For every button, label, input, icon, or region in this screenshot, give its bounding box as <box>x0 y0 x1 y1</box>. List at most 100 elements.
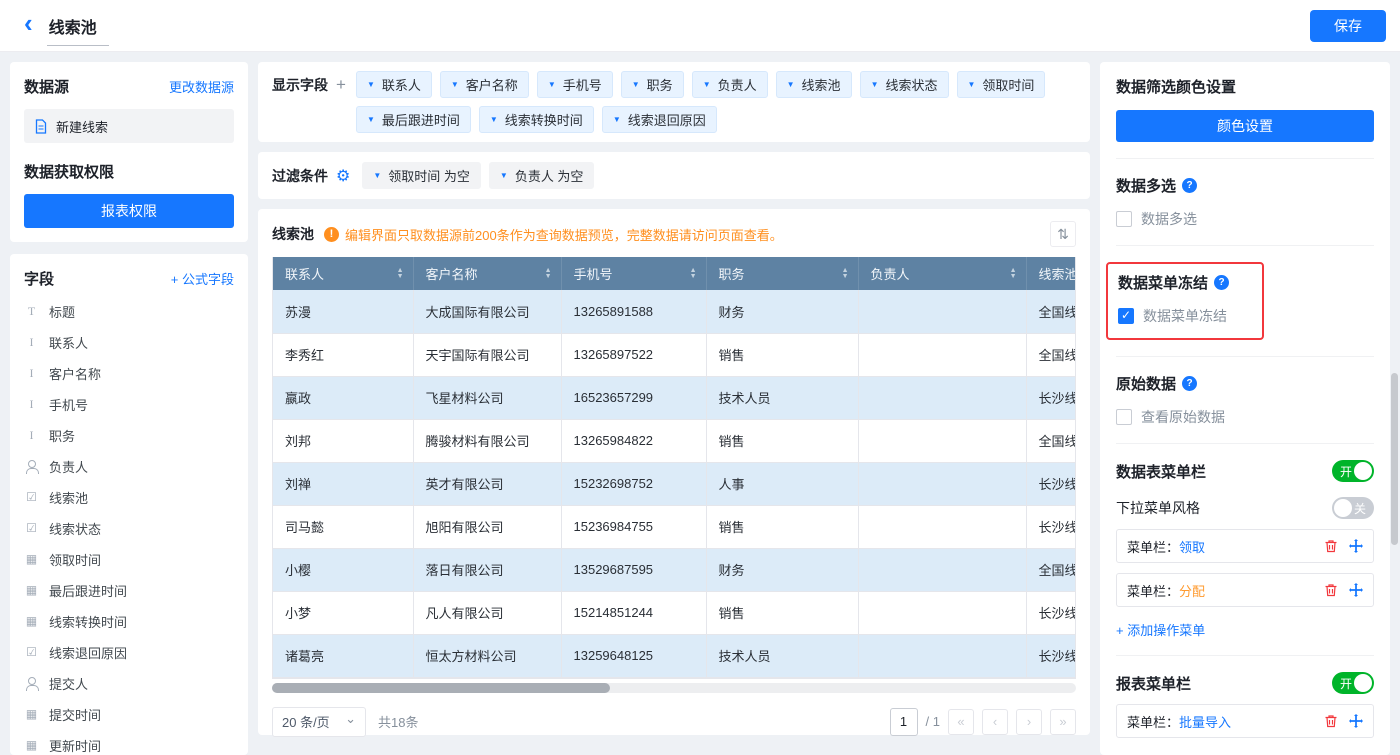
display-field-chip[interactable]: 负责人 <box>692 71 768 98</box>
display-field-chip[interactable]: 联系人 <box>356 71 432 98</box>
add-formula-field-link[interactable]: + 公式字段 <box>171 269 234 288</box>
current-page-input[interactable]: 1 <box>890 708 918 736</box>
field-item[interactable]: ☑ 线索池 <box>24 482 234 513</box>
field-item[interactable]: ☑ 线索退回原因 <box>24 637 234 668</box>
cell-position[interactable]: 技术人员 <box>706 376 858 419</box>
cell-phone[interactable]: 16523657299 <box>561 376 706 419</box>
column-sort-icon[interactable] <box>1010 268 1017 280</box>
cell-contact[interactable]: 小梦 <box>273 591 413 634</box>
cell-owner[interactable] <box>858 462 1026 505</box>
cell-customer[interactable]: 英才有限公司 <box>413 462 561 505</box>
cell-customer[interactable]: 天宇国际有限公司 <box>413 333 561 376</box>
cell-contact[interactable]: 嬴政 <box>273 376 413 419</box>
cell-owner[interactable] <box>858 290 1026 333</box>
table-menu-toggle[interactable]: 开 <box>1332 460 1374 482</box>
cell-customer[interactable]: 恒太方材料公司 <box>413 634 561 677</box>
help-icon[interactable]: ? <box>1214 275 1229 290</box>
page-title[interactable]: 线索池 <box>49 14 97 38</box>
column-header[interactable]: 手机号 <box>561 257 706 290</box>
cell-contact[interactable]: 司马懿 <box>273 505 413 548</box>
field-item[interactable]: ▦ 更新时间 <box>24 730 234 755</box>
column-header[interactable]: 客户名称 <box>413 257 561 290</box>
field-item[interactable]: I 手机号 <box>24 389 234 420</box>
field-item[interactable]: ▦ 线索转换时间 <box>24 606 234 637</box>
column-sort-icon[interactable] <box>690 268 697 280</box>
field-item[interactable]: I 客户名称 <box>24 358 234 389</box>
display-field-chip[interactable]: 线索状态 <box>860 71 949 98</box>
cell-position[interactable]: 销售 <box>706 333 858 376</box>
cell-phone[interactable]: 15214851244 <box>561 591 706 634</box>
column-sort-icon[interactable] <box>545 268 552 280</box>
cell-leadpool[interactable]: 长沙线索 <box>1026 505 1076 548</box>
cell-customer[interactable]: 旭阳有限公司 <box>413 505 561 548</box>
cell-leadpool[interactable]: 长沙线索 <box>1026 462 1076 505</box>
cell-leadpool[interactable]: 全国线索 <box>1026 419 1076 462</box>
cell-contact[interactable]: 刘禅 <box>273 462 413 505</box>
cell-phone[interactable]: 13265897522 <box>561 333 706 376</box>
display-field-chip[interactable]: 线索转换时间 <box>479 106 594 133</box>
change-datasource-link[interactable]: 更改数据源 <box>169 77 234 96</box>
cell-phone[interactable]: 13265891588 <box>561 290 706 333</box>
field-item[interactable]: T 标题 <box>24 296 234 327</box>
color-settings-button[interactable]: 颜色设置 <box>1116 110 1374 142</box>
field-item[interactable]: ☑ 线索状态 <box>24 513 234 544</box>
cell-owner[interactable] <box>858 505 1026 548</box>
display-field-chip[interactable]: 领取时间 <box>957 71 1046 98</box>
save-button[interactable]: 保存 <box>1310 10 1386 42</box>
cell-contact[interactable]: 诸葛亮 <box>273 634 413 677</box>
field-item[interactable]: ▦ 最后跟进时间 <box>24 575 234 606</box>
filter-chip[interactable]: 领取时间 为空 <box>362 162 481 189</box>
cell-position[interactable]: 销售 <box>706 419 858 462</box>
display-field-chip[interactable]: 客户名称 <box>440 71 529 98</box>
cell-phone[interactable]: 15232698752 <box>561 462 706 505</box>
filter-chip[interactable]: 负责人 为空 <box>489 162 595 189</box>
display-field-chip[interactable]: 职务 <box>621 71 684 98</box>
horizontal-scrollbar-thumb[interactable] <box>272 683 610 693</box>
cell-position[interactable]: 销售 <box>706 505 858 548</box>
cell-owner[interactable] <box>858 634 1026 677</box>
horizontal-scrollbar-track[interactable] <box>272 683 1076 693</box>
move-icon[interactable] <box>1349 539 1363 553</box>
report-menu-toggle[interactable]: 开 <box>1332 672 1374 694</box>
datasource-item[interactable]: 新建线索 <box>24 109 234 143</box>
cell-owner[interactable] <box>858 376 1026 419</box>
table-row[interactable]: 嬴政 飞星材料公司 16523657299 技术人员 长沙线索 <box>273 376 1076 419</box>
cell-customer[interactable]: 落日有限公司 <box>413 548 561 591</box>
move-icon[interactable] <box>1349 714 1363 728</box>
multi-select-checkbox[interactable] <box>1116 211 1132 227</box>
cell-position[interactable]: 财务 <box>706 290 858 333</box>
cell-leadpool[interactable]: 全国线索 <box>1026 333 1076 376</box>
cell-leadpool[interactable]: 长沙线索 <box>1026 376 1076 419</box>
cell-phone[interactable]: 13259648125 <box>561 634 706 677</box>
column-header[interactable]: 职务 <box>706 257 858 290</box>
cell-customer[interactable]: 腾骏材料有限公司 <box>413 419 561 462</box>
cell-phone[interactable]: 13265984822 <box>561 419 706 462</box>
cell-leadpool[interactable]: 全国线索 <box>1026 548 1076 591</box>
delete-icon[interactable] <box>1324 714 1338 728</box>
cell-contact[interactable]: 小樱 <box>273 548 413 591</box>
page-nav-button[interactable]: » <box>1050 709 1076 735</box>
table-row[interactable]: 苏漫 大成国际有限公司 13265891588 财务 全国线索 <box>273 290 1076 333</box>
cell-owner[interactable] <box>858 419 1026 462</box>
dropdown-style-toggle[interactable]: 关 <box>1332 497 1374 519</box>
page-size-select[interactable]: 20 条/页 ⌄ <box>272 707 366 737</box>
cell-contact[interactable]: 刘邦 <box>273 419 413 462</box>
cell-customer[interactable]: 飞星材料公司 <box>413 376 561 419</box>
table-row[interactable]: 小樱 落日有限公司 13529687595 财务 全国线索 <box>273 548 1076 591</box>
cell-phone[interactable]: 13529687595 <box>561 548 706 591</box>
table-row[interactable]: 刘禅 英才有限公司 15232698752 人事 长沙线索 <box>273 462 1076 505</box>
back-icon[interactable]: ‹ <box>24 10 33 36</box>
cell-position[interactable]: 财务 <box>706 548 858 591</box>
add-display-field-button[interactable]: + <box>336 75 346 95</box>
display-field-chip[interactable]: 线索退回原因 <box>602 106 717 133</box>
delete-icon[interactable] <box>1324 583 1338 597</box>
cell-leadpool[interactable]: 全国线索 <box>1026 290 1076 333</box>
delete-icon[interactable] <box>1324 539 1338 553</box>
display-field-chip[interactable]: 最后跟进时间 <box>356 106 471 133</box>
cell-customer[interactable]: 凡人有限公司 <box>413 591 561 634</box>
menu-freeze-checkbox[interactable] <box>1118 308 1134 324</box>
page-nav-button[interactable]: « <box>948 709 974 735</box>
page-nav-button[interactable]: ‹ <box>982 709 1008 735</box>
cell-contact[interactable]: 苏漫 <box>273 290 413 333</box>
column-sort-icon[interactable] <box>397 268 404 280</box>
